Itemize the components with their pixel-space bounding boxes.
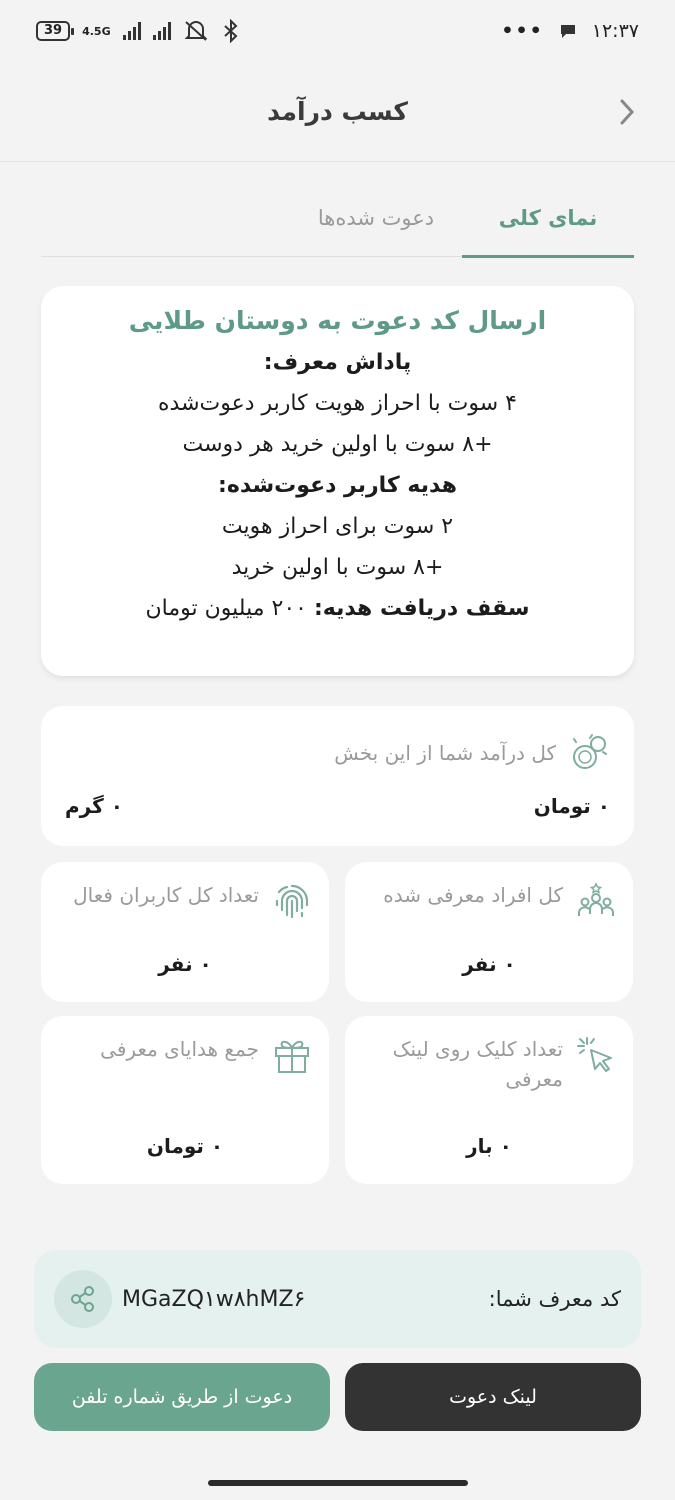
- people-group-icon: [578, 882, 614, 916]
- income-values: ۰ تومان ۰ گرم: [65, 794, 610, 818]
- tab-overview[interactable]: نمای کلی: [462, 180, 634, 258]
- referrer-line-2: +۸ سوت با اولین خرید هر دوست: [182, 432, 493, 457]
- cursor-click-icon: [577, 1037, 612, 1072]
- referral-code[interactable]: MGaZQ۱w۸hMZ۶: [122, 1287, 305, 1312]
- income-card: کل درآمد شما از این بخش ۰ تومان ۰ گرم: [41, 706, 634, 846]
- income-value-gram: ۰ گرم: [65, 794, 123, 818]
- income-value-toman: ۰ تومان: [533, 794, 610, 818]
- invite-phone-button[interactable]: دعوت از طریق شماره تلفن: [34, 1363, 330, 1431]
- gifts-total-head: جمع هدایای معرفی: [57, 1034, 313, 1076]
- link-clicks-head: تعداد کلیک روی لینک معرفی: [361, 1034, 617, 1094]
- back-button[interactable]: [609, 94, 645, 130]
- invite-title: ارسال کد دعوت به دوستان طلایی: [128, 306, 547, 335]
- tab-invited[interactable]: دعوت شده‌ها: [290, 180, 462, 256]
- status-bar: 39 4.5G ••• ۱۲:۳۷: [0, 0, 675, 62]
- gift-cap-label: سقف دریافت هدیه:: [313, 596, 530, 621]
- invite-link-button[interactable]: لینک دعوت: [345, 1363, 641, 1431]
- income-head: کل درآمد شما از این بخش: [65, 732, 610, 774]
- gift-cap: سقف دریافت هدیه: ۲۰۰ میلیون تومان: [146, 588, 530, 629]
- link-clicks-value: ۰ بار: [466, 1134, 512, 1158]
- app-header: کسب درآمد: [0, 62, 675, 162]
- link-clicks-label: تعداد کلیک روی لینک معرفی: [392, 1037, 563, 1091]
- invitee-line-1: ۲ سوت برای احراز هویت: [221, 514, 454, 539]
- signal-icon-2: [152, 22, 171, 40]
- network-type: 4.5G: [82, 24, 111, 38]
- clock: ۱۲:۳۷: [591, 20, 639, 42]
- referral-code-wrap: MGaZQ۱w۸hMZ۶: [54, 1270, 305, 1328]
- referral-code-box: کد معرف شما: MGaZQ۱w۸hMZ۶: [34, 1250, 641, 1348]
- active-users-card: تعداد کل کاربران فعال ۰ نفر: [41, 862, 329, 1002]
- more-dots: •••: [501, 20, 544, 42]
- invitee-line-2: +۸ سوت با اولین خرید: [231, 555, 444, 580]
- bluetooth-icon: [223, 19, 238, 43]
- referred-count-card: کل افراد معرفی شده ۰ نفر: [345, 862, 633, 1002]
- home-indicator: [208, 1480, 468, 1486]
- battery-icon: 39: [36, 21, 75, 41]
- page-title: کسب درآمد: [267, 97, 408, 126]
- referrer-line-1: ۴ سوت با احراز هویت کاربر دعوت‌شده: [158, 391, 517, 416]
- referred-label: کل افراد معرفی شده: [383, 883, 563, 907]
- coins-icon: [573, 734, 607, 769]
- active-users-value: ۰ نفر: [158, 952, 212, 976]
- share-icon: [71, 1286, 94, 1312]
- gift-cap-value: ۲۰۰ میلیون تومان: [145, 596, 307, 621]
- status-right: ••• ۱۲:۳۷: [501, 20, 639, 42]
- active-users-head: تعداد کل کاربران فعال: [57, 880, 313, 922]
- income-label: کل درآمد شما از این بخش: [334, 741, 556, 765]
- share-button[interactable]: [54, 1270, 112, 1328]
- referral-label: کد معرف شما:: [488, 1287, 621, 1311]
- link-clicks-card: تعداد کلیک روی لینک معرفی ۰ بار: [345, 1016, 633, 1184]
- referrer-reward-heading: پاداش معرف:: [263, 350, 412, 375]
- chevron-right-icon: [620, 99, 635, 125]
- invite-info-card: ارسال کد دعوت به دوستان طلایی پاداش معرف…: [41, 286, 634, 676]
- gift-icon: [275, 1040, 309, 1073]
- referred-value: ۰ نفر: [462, 952, 516, 976]
- signal-icon: [122, 22, 141, 40]
- tab-bar: نمای کلی دعوت شده‌ها: [41, 180, 634, 258]
- fingerprint-icon: [275, 884, 309, 919]
- gifts-total-value: ۰ تومان: [146, 1134, 224, 1158]
- gifts-total-label: جمع هدایای معرفی: [100, 1037, 259, 1061]
- message-icon: [560, 25, 575, 38]
- gifts-total-card: جمع هدایای معرفی ۰ تومان: [41, 1016, 329, 1184]
- invitee-gift-heading: هدیه کاربر دعوت‌شده:: [218, 473, 457, 498]
- mute-icon: [184, 21, 208, 41]
- status-left: 39 4.5G: [36, 19, 241, 43]
- active-users-label: تعداد کل کاربران فعال: [73, 883, 259, 907]
- referred-head: کل افراد معرفی شده: [361, 880, 617, 922]
